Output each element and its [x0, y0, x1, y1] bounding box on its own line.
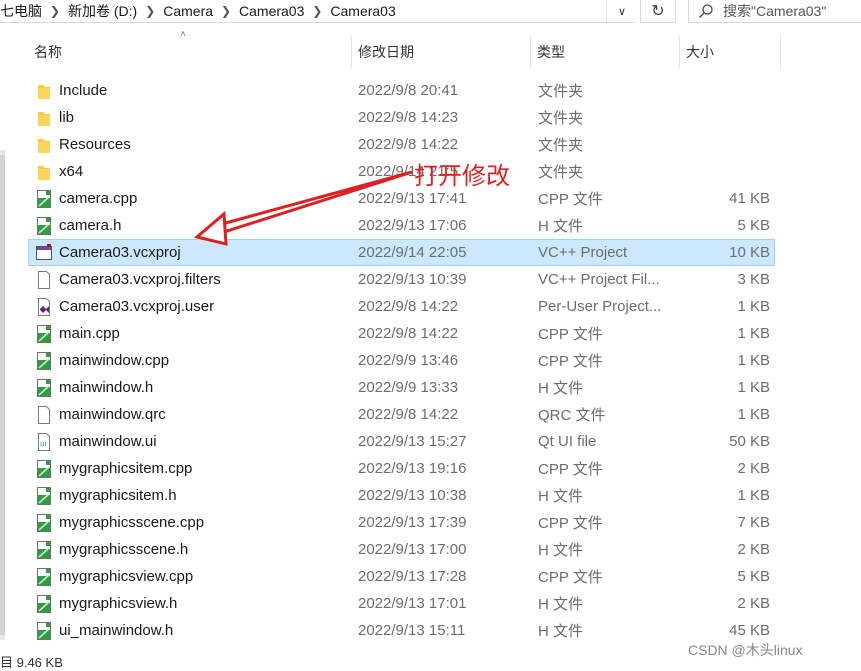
watermark: CSDN @木头linux [688, 642, 803, 658]
status-bar-text: 目 9.46 KB [0, 655, 63, 670]
annotation-arrow [193, 170, 413, 246]
annotation-label: 打开修改 [414, 162, 510, 190]
